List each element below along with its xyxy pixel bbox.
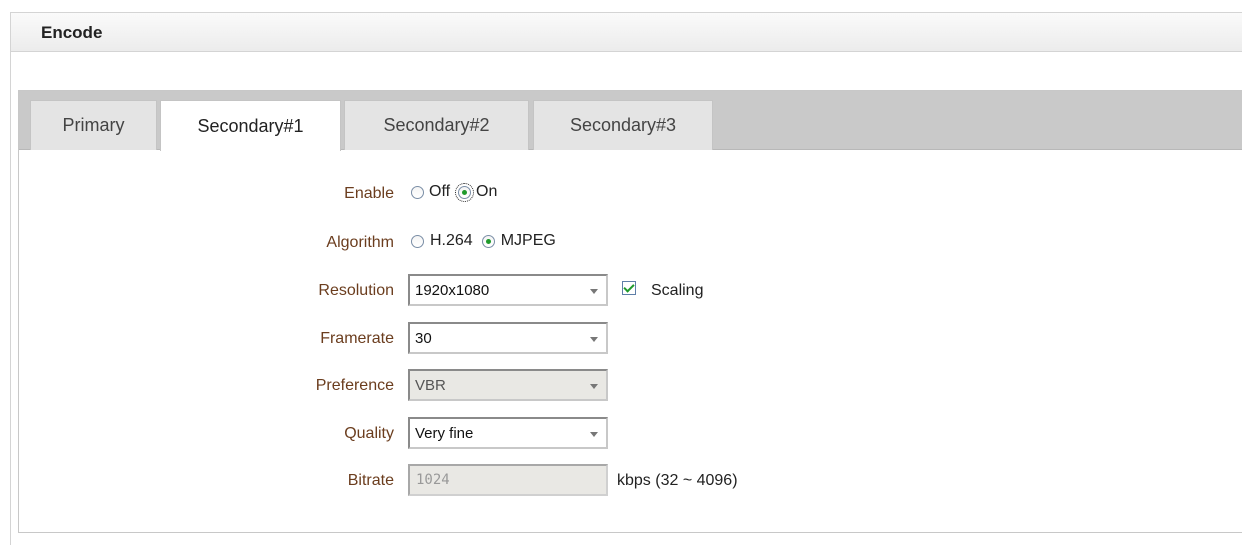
- preference-label: Preference: [315, 377, 394, 394]
- preference-value: VBR: [415, 377, 446, 394]
- page-title: Encode: [41, 23, 103, 42]
- chevron-down-icon: [590, 337, 598, 342]
- tab-primary[interactable]: Primary: [30, 100, 157, 150]
- algorithm-label: Algorithm: [326, 234, 394, 251]
- section-header: Encode: [10, 12, 1242, 52]
- bitrate-unit-range: kbps (32 ~ 4096): [617, 472, 738, 489]
- resolution-select[interactable]: 1920x1080: [408, 274, 608, 306]
- enable-on-radio[interactable]: [455, 182, 475, 202]
- preference-select: VBR: [408, 369, 608, 401]
- encode-settings-frame: Primary Secondary#1 Secondary#2 Secondar…: [18, 90, 1242, 533]
- quality-value: Very fine: [415, 425, 474, 442]
- chevron-down-icon: [590, 289, 598, 294]
- tab-secondary-3[interactable]: Secondary#3: [533, 100, 713, 150]
- enable-label: Enable: [344, 185, 394, 202]
- enable-on-label: On: [476, 183, 498, 200]
- algorithm-mjpeg-label: MJPEG: [500, 232, 556, 249]
- quality-label: Quality: [344, 425, 394, 442]
- bitrate-input: 1024: [408, 464, 608, 496]
- scaling-checkbox[interactable]: [622, 281, 636, 295]
- resolution-value: 1920x1080: [415, 282, 490, 299]
- bitrate-label: Bitrate: [347, 472, 394, 489]
- algorithm-mjpeg-radio[interactable]: [481, 234, 495, 248]
- framerate-label: Framerate: [320, 330, 394, 347]
- chevron-down-icon: [590, 384, 598, 389]
- framerate-select[interactable]: 30: [408, 322, 608, 354]
- algorithm-h264-label: H.264: [430, 232, 473, 249]
- tab-bar: Primary Secondary#1 Secondary#2 Secondar…: [19, 91, 1242, 151]
- quality-select[interactable]: Very fine: [408, 417, 608, 449]
- framerate-value: 30: [415, 330, 432, 347]
- enable-off-radio[interactable]: [411, 185, 424, 199]
- algorithm-h264-radio[interactable]: [411, 234, 424, 248]
- enable-off-label: Off: [429, 183, 451, 200]
- chevron-down-icon: [590, 432, 598, 437]
- algorithm-radio-group: H.264 MJPEG: [411, 232, 556, 250]
- resolution-label: Resolution: [318, 282, 394, 299]
- tab-secondary-2[interactable]: Secondary#2: [344, 100, 529, 150]
- scaling-label: Scaling: [651, 282, 704, 299]
- tab-secondary-1[interactable]: Secondary#1: [160, 100, 341, 151]
- enable-radio-group: Off On: [411, 182, 498, 202]
